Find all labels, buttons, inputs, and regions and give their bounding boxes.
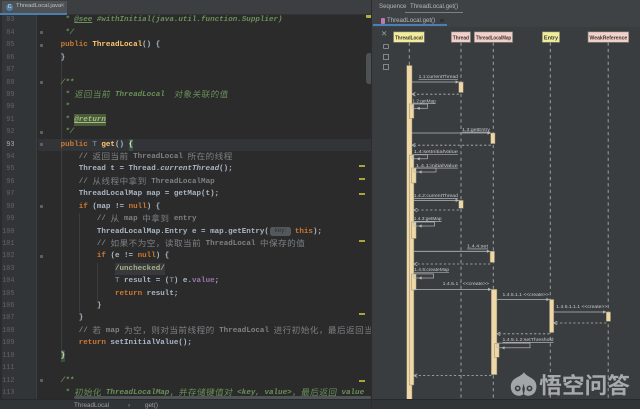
svg-text:ThreadLocal: ThreadLocal <box>395 35 423 41</box>
svg-text:1.4.5.1.1.1 <<create>>: 1.4.5.1.1.1 <<create>> <box>556 304 607 310</box>
svg-text:1.4.5.1.1 <<create>>: 1.4.5.1.1 <<create>> <box>503 292 550 298</box>
svg-text:1.4.5.1 : <<create>>: 1.4.5.1 : <<create>> <box>443 281 490 287</box>
svg-text:ThreadLocalMap: ThreadLocalMap <box>476 35 511 41</box>
svg-text:Entry: Entry <box>544 35 558 41</box>
svg-text:WeakReference: WeakReference <box>590 35 628 41</box>
svg-text:Thread: Thread <box>453 35 469 41</box>
